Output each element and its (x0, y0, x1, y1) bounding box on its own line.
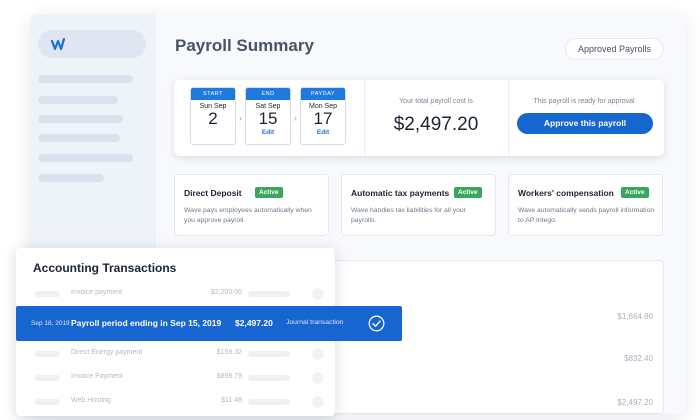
transaction-amount: $11.48 (221, 397, 242, 404)
feature-title: Workers' compensation (518, 188, 614, 198)
type-placeholder (248, 351, 290, 357)
nav-placeholder[interactable] (38, 75, 133, 83)
feature-card-tax-payments: Automatic tax payments Active Wave handl… (341, 174, 496, 236)
transaction-type: Journal transaction (286, 319, 344, 326)
amount-value: $1,664.80 (617, 312, 653, 321)
date-placeholder (35, 399, 60, 405)
check-circle-icon[interactable] (368, 315, 385, 332)
amount-value: $832.40 (624, 354, 653, 363)
logo-pill[interactable] (38, 30, 146, 58)
transaction-name: Invoice Payment (71, 373, 123, 380)
type-placeholder (248, 291, 290, 297)
transaction-row[interactable]: Invoice payment $2,200.00 (16, 284, 335, 306)
accounting-title: Accounting Transactions (33, 261, 177, 275)
check-icon[interactable] (312, 288, 324, 300)
transaction-amount: $2,200.00 (210, 289, 242, 296)
transaction-name: Web Hosting (71, 397, 111, 404)
check-icon[interactable] (312, 372, 324, 384)
transaction-amount: $158.32 (216, 349, 242, 356)
date-number: 2 (208, 109, 218, 128)
check-icon[interactable] (312, 348, 324, 360)
approve-payroll-button[interactable]: Approve this payroll (517, 113, 653, 134)
feature-card-workers-comp: Workers' compensation Active Wave automa… (508, 174, 663, 236)
divider (364, 80, 365, 156)
type-placeholder (248, 375, 290, 381)
edit-end-date-link[interactable]: Edit (246, 129, 290, 136)
start-date-card: START Sun Sep 2 (190, 87, 236, 145)
feature-description: Wave handles tax liabilities for all you… (351, 207, 466, 224)
check-icon[interactable] (312, 396, 324, 408)
end-date-card: END Sat Sep 15 Edit (245, 87, 291, 145)
amount-value: $2,497.20 (617, 398, 653, 407)
feature-title: Direct Deposit (184, 188, 242, 198)
date-placeholder (35, 351, 60, 357)
cost-label: Your total payroll cost is (399, 98, 473, 105)
date-placeholder (35, 375, 60, 381)
date-placeholder (35, 291, 60, 297)
feature-description: Wave automatically sends payroll informa… (518, 207, 655, 224)
status-badge: Active (454, 187, 482, 198)
divider (508, 80, 509, 156)
transaction-amount: $898.79 (216, 373, 242, 380)
feature-card-direct-deposit: Direct Deposit Active Wave pays employee… (174, 174, 329, 236)
highlighted-transaction-row[interactable]: Sep 18, 2019 Payroll period ending in Se… (16, 306, 402, 341)
transaction-date: Sep 18, 2019 (31, 320, 70, 327)
nav-placeholder[interactable] (38, 174, 104, 182)
nav-placeholder[interactable] (38, 134, 120, 142)
approved-payrolls-button[interactable]: Approved Payrolls (564, 38, 664, 60)
nav-placeholder[interactable] (38, 96, 118, 104)
date-tag: START (191, 88, 235, 100)
status-badge: Active (621, 187, 649, 198)
page-title: Payroll Summary (175, 36, 314, 55)
wave-logo-icon (50, 37, 66, 51)
nav-placeholder[interactable] (38, 115, 123, 123)
payroll-summary-card: START Sun Sep 2 › END Sat Sep 15 Edit › … (174, 80, 664, 156)
payday-date-card: PAYDAY Mon Sep 17 Edit (300, 87, 346, 145)
chevron-right-icon: › (294, 113, 297, 123)
transaction-name: Payroll period ending in Sep 15, 2019 (71, 318, 222, 328)
ready-label: This payroll is ready for approval (533, 98, 635, 105)
transaction-row[interactable]: Invoice Payment $898.79 (16, 368, 335, 390)
transaction-name: Invoice payment (71, 289, 122, 296)
chevron-right-icon: › (239, 113, 242, 123)
date-tag: PAYDAY (301, 88, 345, 100)
date-number: 17 (313, 109, 333, 128)
feature-title: Automatic tax payments (351, 188, 450, 198)
transaction-name: Direct Energy payment (71, 349, 143, 356)
transaction-row[interactable]: Web Hosting $11.48 (16, 392, 335, 414)
nav-placeholder[interactable] (38, 154, 133, 162)
type-placeholder (248, 399, 290, 405)
transaction-amount: $2,497.20 (235, 318, 273, 328)
edit-payday-link[interactable]: Edit (301, 129, 345, 136)
total-cost-value: $2,497.20 (393, 114, 479, 135)
transaction-row[interactable]: Direct Energy payment $158.32 (16, 344, 335, 366)
date-number: 15 (258, 109, 278, 128)
status-badge: Active (255, 187, 283, 198)
feature-description: Wave pays employees automatically when y… (184, 207, 312, 224)
date-tag: END (246, 88, 290, 100)
